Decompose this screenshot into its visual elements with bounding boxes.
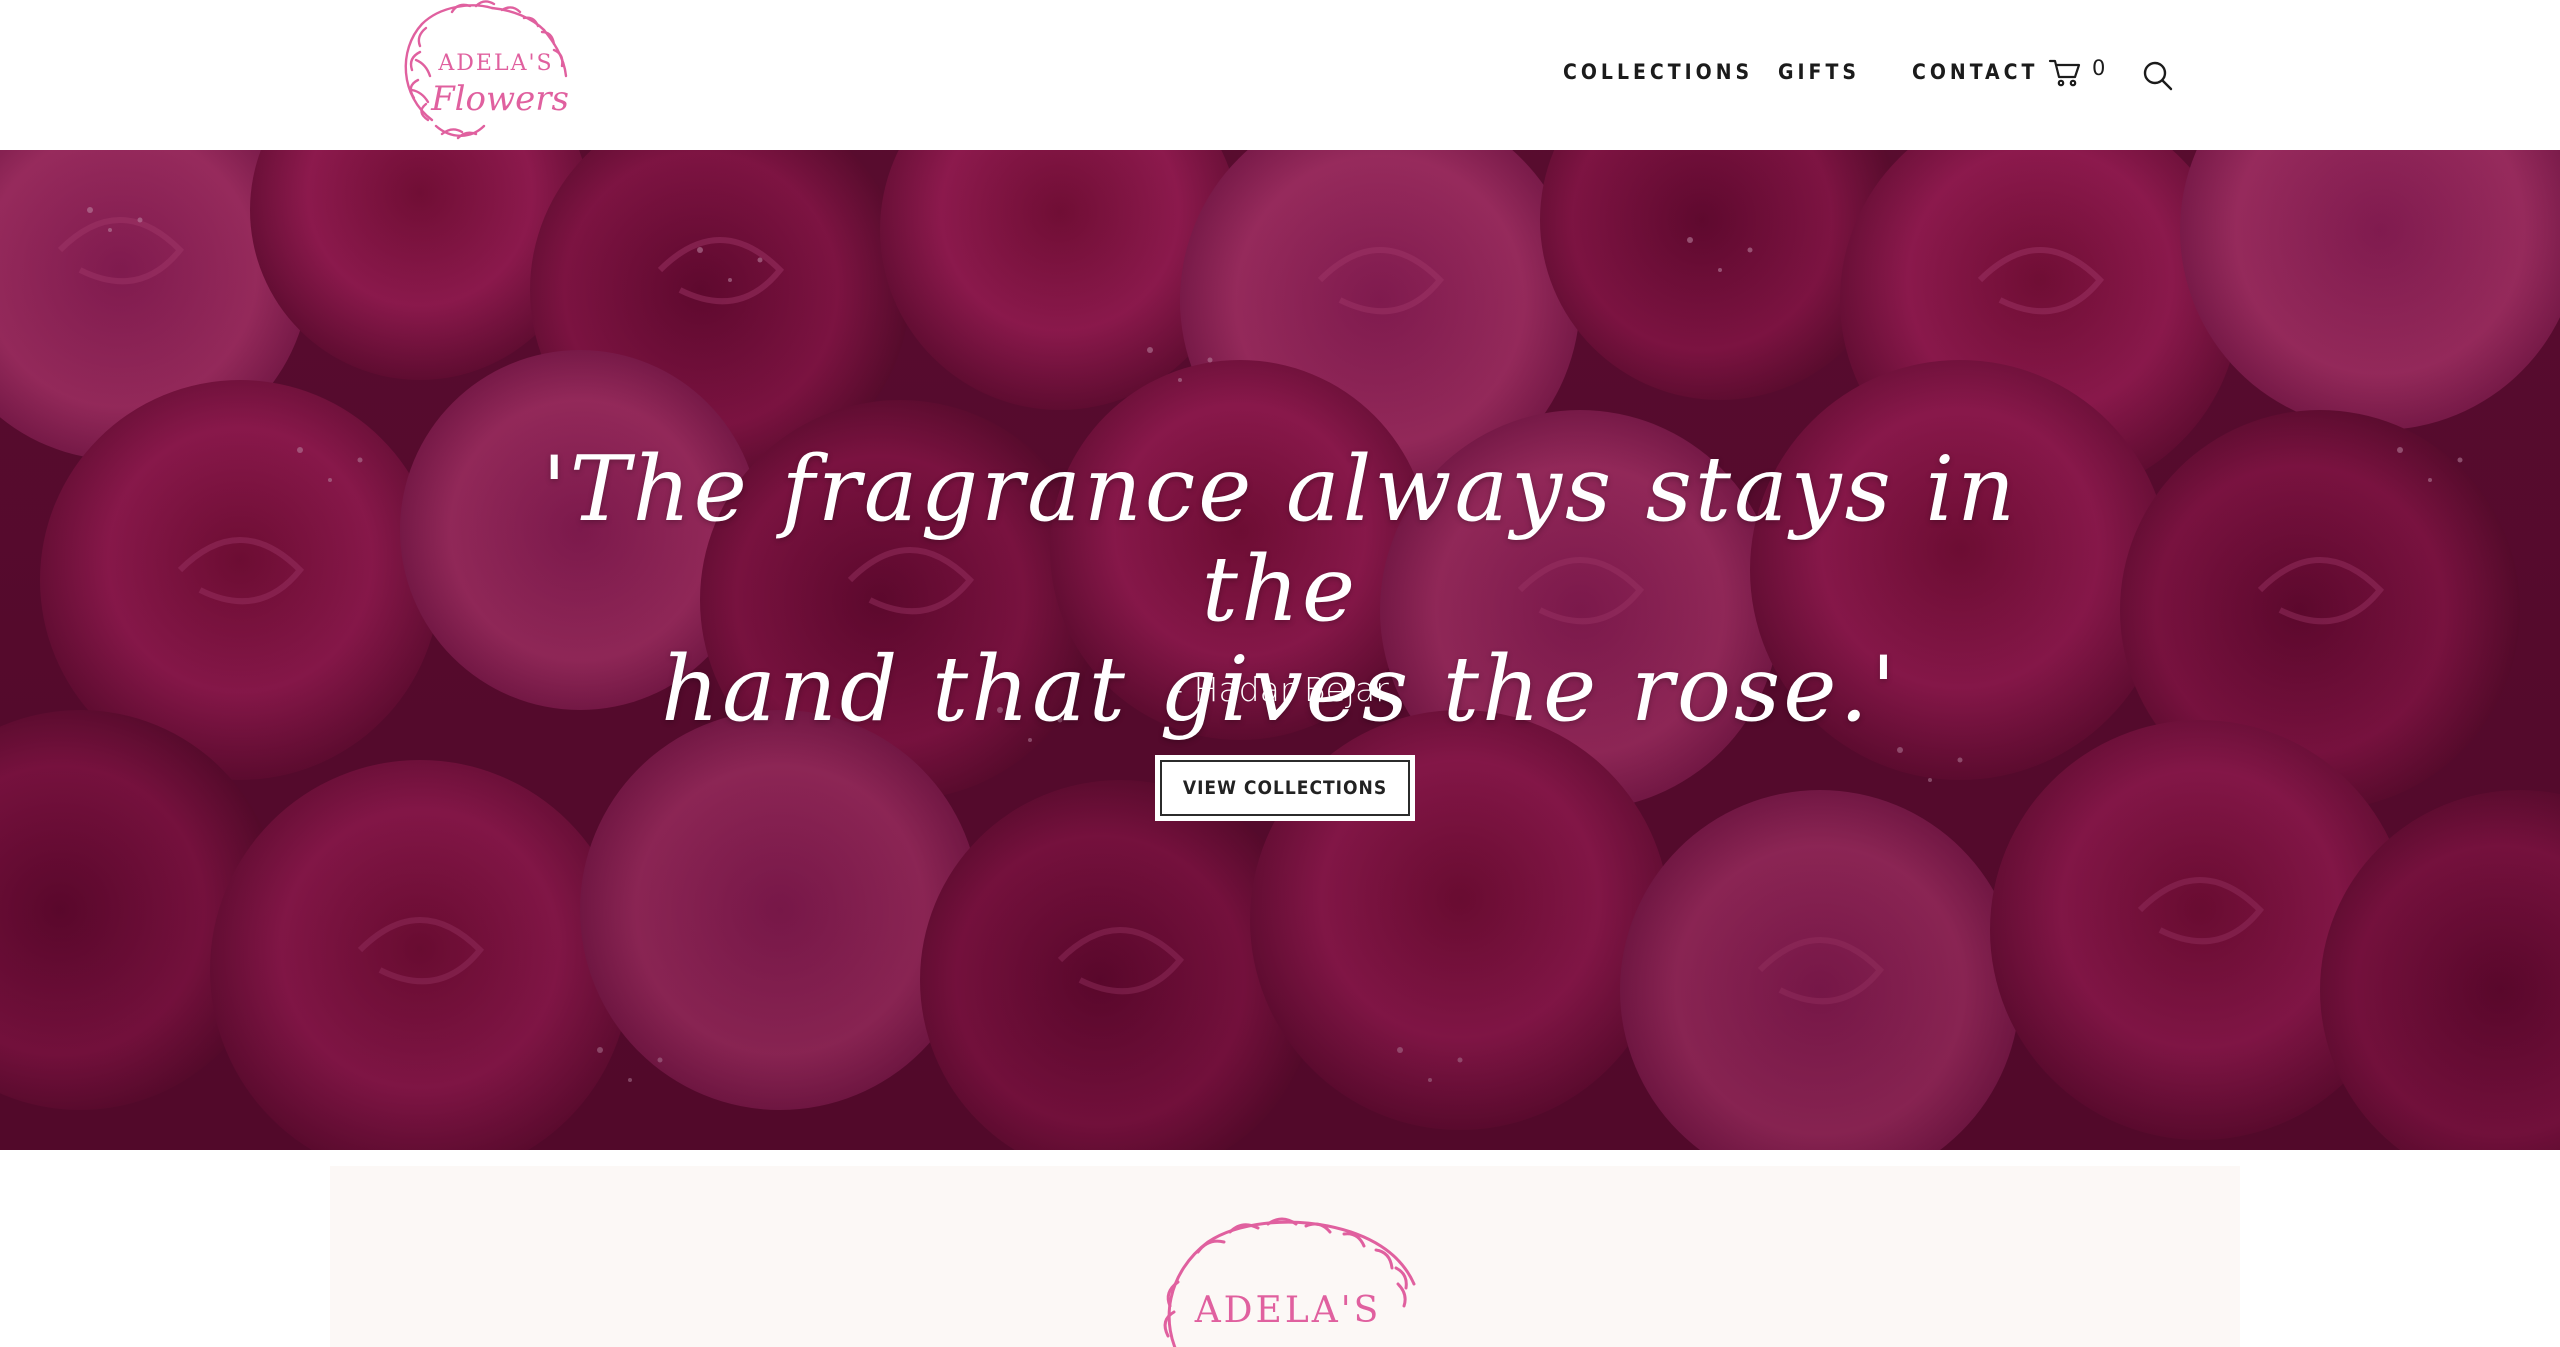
hero-quote-line-1: 'The fragrance always stays in the	[541, 437, 2019, 642]
hero-banner: 'The fragrance always stays in the hand …	[0, 150, 2560, 1150]
cart-icon	[2048, 59, 2081, 87]
cart-button[interactable]: 0	[2048, 52, 2106, 92]
nav-collections[interactable]: COLLECTIONS	[1563, 50, 1753, 94]
nav-gifts[interactable]: GIFTS	[1778, 50, 1860, 94]
site-header: ADELA'S Flowers COLLECTIONS GIFTS CONTAC…	[0, 0, 2560, 150]
nav-contact[interactable]: CONTACT	[1912, 50, 2038, 94]
svg-text:ADELA'S: ADELA'S	[1194, 1290, 1382, 1331]
svg-text:Flowers: Flowers	[430, 79, 569, 119]
logo-wreath-icon: ADELA'S Flowers	[404, 0, 569, 140]
svg-text:ADELA'S: ADELA'S	[437, 51, 553, 76]
section-logo: ADELA'S	[1138, 1212, 1438, 1347]
cart-count: 0	[2092, 56, 2107, 80]
search-button[interactable]	[2140, 58, 2176, 94]
search-icon	[2143, 61, 2173, 91]
about-section: ADELA'S	[330, 1166, 2240, 1347]
logo-wreath-icon: ADELA'S	[1163, 1217, 1416, 1347]
site-logo[interactable]: ADELA'S Flowers	[392, 0, 584, 148]
view-collections-button[interactable]: VIEW COLLECTIONS	[1155, 755, 1415, 821]
quote-author: - Hadar Bejar	[1171, 670, 1389, 709]
